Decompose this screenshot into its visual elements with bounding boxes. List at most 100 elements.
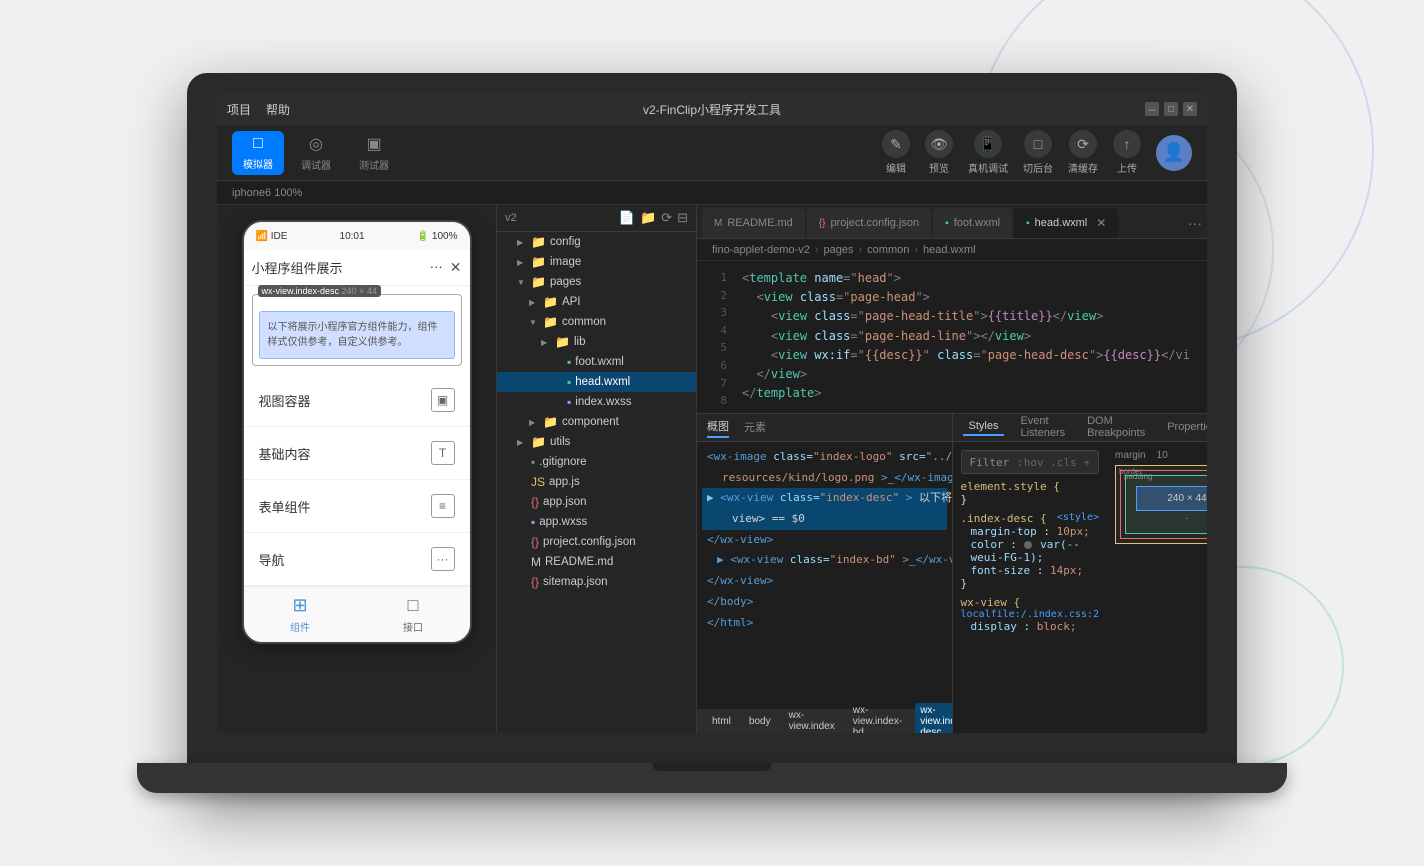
debugger-label: 调试器: [301, 157, 331, 172]
tree-item-app-json[interactable]: {} app.json: [497, 492, 696, 512]
tree-item-api[interactable]: ▶ 📁 API: [497, 292, 696, 312]
tab-head-wxml[interactable]: ▪ head.wxml ✕: [1014, 208, 1118, 238]
css-prop: font-size: [971, 564, 1031, 577]
file-tree-panel: v2 📄 📁 ⟳ ⊟ ▶ 📁 config: [497, 205, 697, 733]
tree-item-image[interactable]: ▶ 📁 image: [497, 252, 696, 272]
preview-action[interactable]: 👁 预览: [925, 130, 953, 175]
folder-icon: 📁: [543, 415, 558, 429]
path-html[interactable]: html: [707, 714, 736, 729]
maximize-button[interactable]: □: [1164, 102, 1178, 116]
tree-item-utils[interactable]: ▶ 📁 utils: [497, 432, 696, 452]
tree-item-component[interactable]: ▶ 📁 component: [497, 412, 696, 432]
css-value: 10px;: [1057, 525, 1090, 538]
tab-foot-wxml[interactable]: ▪ foot.wxml: [933, 208, 1012, 238]
preview-label: 预览: [929, 160, 949, 175]
tree-item-app-wxss[interactable]: ▪ app.wxss: [497, 512, 696, 532]
tree-item-lib[interactable]: ▶ 📁 lib: [497, 332, 696, 352]
user-avatar[interactable]: 👤: [1156, 135, 1192, 171]
tab-readme[interactable]: M README.md: [702, 208, 805, 238]
tree-item-head-wxml[interactable]: ▪ head.wxml: [497, 372, 696, 392]
html-line: resources/kind/logo.png >_</wx-image>: [702, 468, 947, 489]
debugger-button[interactable]: ◎ 调试器: [290, 131, 342, 175]
tab-overview[interactable]: 概图: [707, 418, 729, 438]
tab-event-listeners[interactable]: Event Listeners: [1014, 415, 1071, 441]
path-wx-view-index[interactable]: wx-view.index: [784, 708, 840, 733]
tree-item-sitemap[interactable]: {} sitemap.json: [497, 572, 696, 592]
laptop-base: [137, 763, 1287, 793]
simulator-button[interactable]: □ 模拟器: [232, 131, 284, 175]
tester-button[interactable]: ▣ 测试器: [348, 131, 400, 175]
list-item-3[interactable]: 导航 ···: [244, 533, 470, 586]
tree-item-app-js[interactable]: JS app.js: [497, 472, 696, 492]
line-numbers: 1234 5678: [697, 261, 732, 413]
tree-item-readme[interactable]: M README.md: [497, 552, 696, 572]
styles-tabs: Styles Event Listeners DOM Breakpoints P…: [953, 414, 1208, 442]
highlighted-text: 以下将展示小程序官方组件能力，组件样式仅供参考，自定义供参考。: [268, 320, 446, 350]
folder-icon: 📁: [555, 335, 570, 349]
css-selector: .index-desc {: [961, 512, 1047, 525]
css-block-index-desc: .index-desc { <style> margin-top : 10px;: [961, 512, 1099, 590]
box-model-label: margin 10: [1115, 450, 1207, 461]
tree-item-common[interactable]: ▼ 📁 common: [497, 312, 696, 332]
tab-styles[interactable]: Styles: [963, 420, 1005, 436]
close-button[interactable]: ✕: [1183, 102, 1197, 116]
nav-label-api: 接口: [403, 619, 423, 634]
code-content[interactable]: <template name="head"> <view class="page…: [732, 261, 1207, 413]
nav-item-api[interactable]: □ 接口: [357, 587, 470, 642]
tree-item-config[interactable]: ▶ 📁 config: [497, 232, 696, 252]
file-refresh-icon[interactable]: ⟳: [661, 210, 672, 226]
path-wx-view-hd[interactable]: wx-view.index-hd: [848, 703, 907, 734]
list-label-2: 表单组件: [259, 497, 311, 516]
real-device-action[interactable]: 📱 真机调试: [968, 130, 1008, 175]
phone-title: 小程序组件展示: [252, 258, 343, 277]
file-collapse-icon[interactable]: ⊟: [677, 210, 688, 226]
editor-tabs-toolbar: ···: [1183, 208, 1202, 238]
file-tree-toolbar: v2 📄 📁 ⟳ ⊟: [497, 205, 696, 232]
tab-dom-breakpoints[interactable]: DOM Breakpoints: [1081, 415, 1151, 441]
element-highlight-box: wx-view.index-desc 240 × 44 以下将展示小程序官方组件…: [252, 294, 462, 366]
css-source[interactable]: localfile:/.index.css:2: [961, 609, 1099, 620]
path-wx-view-desc[interactable]: wx-view.index-desc: [915, 703, 952, 734]
tab-close-icon[interactable]: ✕: [1096, 216, 1106, 230]
list-item-1[interactable]: 基础内容 T: [244, 427, 470, 480]
phone-battery: 🔋 100%: [417, 231, 458, 242]
file-folder-icon[interactable]: 📁: [640, 210, 656, 226]
tree-item-gitignore[interactable]: ▪ .gitignore: [497, 452, 696, 472]
tab-project-config[interactable]: {} project.config.json: [807, 208, 931, 238]
background-action[interactable]: □ 切后台: [1023, 130, 1053, 175]
phone-status-bar: 📶 IDE 10:01 🔋 100%: [244, 222, 470, 250]
html-line-highlight: ▶ <wx-view class="index-desc" > 以下将展示小程序…: [702, 488, 947, 509]
minimize-button[interactable]: －: [1145, 102, 1159, 116]
tree-label: config: [550, 236, 581, 248]
styles-left: Filter :hov .cls + element.style { }: [953, 442, 1107, 733]
md-icon: M: [531, 555, 541, 569]
tab-elements[interactable]: 元素: [744, 419, 766, 437]
path-body[interactable]: body: [744, 714, 776, 729]
tab-label-project: project.config.json: [830, 217, 919, 229]
nav-item-component[interactable]: ⊞ 组件: [244, 587, 357, 642]
tree-label: index.wxss: [575, 396, 631, 408]
tree-label: component: [562, 416, 619, 428]
folder-icon: 📁: [531, 435, 546, 449]
more-tabs-icon[interactable]: ···: [1188, 215, 1202, 231]
file-new-icon[interactable]: 📄: [619, 210, 635, 226]
tab-properties[interactable]: Properties: [1161, 421, 1207, 435]
device-label: iphone6 100%: [217, 181, 1207, 205]
breadcrumb-sep: ›: [859, 244, 863, 256]
list-icon-2: ≡: [431, 494, 455, 518]
list-item-0[interactable]: 视图容器 ▣: [244, 374, 470, 427]
tree-label: head.wxml: [575, 376, 630, 388]
css-source[interactable]: <style>: [1057, 512, 1099, 523]
list-item-2[interactable]: 表单组件 ≡: [244, 480, 470, 533]
edit-action[interactable]: ✎ 编辑: [882, 130, 910, 175]
nav-icon-component: ⊞: [292, 595, 307, 616]
menu-help[interactable]: 帮助: [266, 101, 290, 118]
tree-item-index-wxss[interactable]: ▪ index.wxss: [497, 392, 696, 412]
css-prop: display: [971, 620, 1017, 633]
menu-project[interactable]: 项目: [227, 101, 251, 118]
upload-action[interactable]: ↑ 上传: [1113, 130, 1141, 175]
tree-item-pages[interactable]: ▼ 📁 pages: [497, 272, 696, 292]
tree-item-project-config[interactable]: {} project.config.json: [497, 532, 696, 552]
tree-item-foot-wxml[interactable]: ▪ foot.wxml: [497, 352, 696, 372]
clear-cache-action[interactable]: ⟳ 清缓存: [1068, 130, 1098, 175]
